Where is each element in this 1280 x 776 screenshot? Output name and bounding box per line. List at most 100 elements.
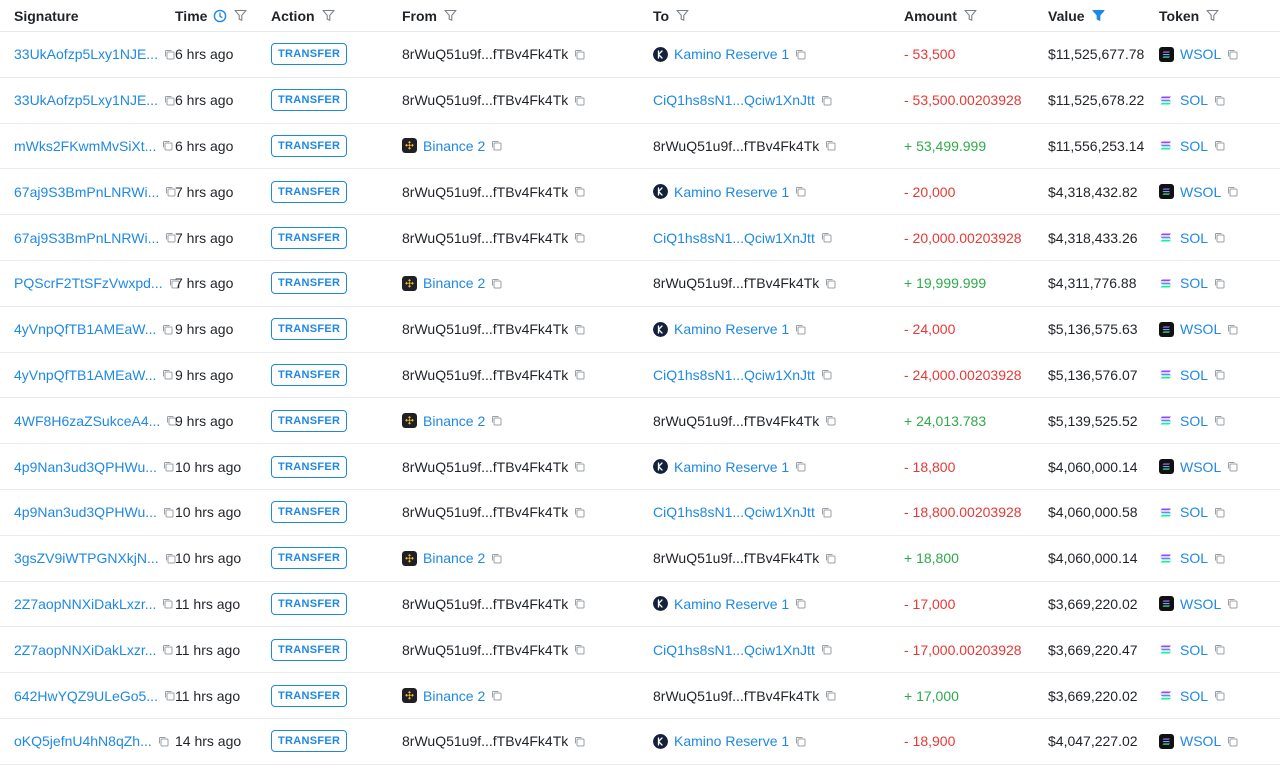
signature-link[interactable]: 4yVnpQfTB1AMEaW... [14,321,156,337]
table-row[interactable]: 4yVnpQfTB1AMEaW... 9 hrs ago TRANSFER 8rWuQ… [0,307,1280,353]
copy-icon[interactable] [1227,49,1238,60]
copy-icon[interactable] [825,553,836,564]
filter-icon[interactable] [1206,9,1219,22]
token-link[interactable]: WSOL [1180,733,1221,749]
copy-icon[interactable] [1214,553,1225,564]
copy-icon[interactable] [1214,415,1225,426]
token-link[interactable]: SOL [1180,642,1208,658]
table-row[interactable]: 67aj9S3BmPnLNRWi... 7 hrs ago TRANSFER 8rWu… [0,215,1280,261]
table-row[interactable]: 2Z7aopNNXiDakLxzr... 11 hrs ago TRANSFER 8r… [0,627,1280,674]
copy-icon[interactable] [1214,95,1225,106]
table-row[interactable]: PQScrF2TtSFzVwxpd... 7 hrs ago TRANSFER Bin… [0,261,1280,307]
copy-icon[interactable] [795,49,806,60]
copy-icon[interactable] [574,507,585,518]
filter-icon[interactable] [964,9,977,22]
token-link[interactable]: WSOL [1180,46,1221,62]
copy-icon[interactable] [574,369,585,380]
signature-link[interactable]: 642HwYQZ9ULeGo5... [14,688,158,704]
table-row[interactable]: mWks2FKwmMvSiXt... 6 hrs ago TRANSFER Binan… [0,124,1280,170]
copy-icon[interactable] [162,140,173,151]
copy-icon[interactable] [1214,369,1225,380]
filter-icon[interactable] [322,9,335,22]
table-row[interactable]: 4p9Nan3ud3QPHWu... 10 hrs ago TRANSFER 8rWu… [0,444,1280,490]
copy-icon[interactable] [162,644,173,655]
copy-icon[interactable] [162,598,173,609]
from-text[interactable]: Binance 2 [423,138,485,154]
table-row[interactable]: 67aj9S3BmPnLNRWi... 7 hrs ago TRANSFER 8rWu… [0,169,1280,216]
to-text[interactable]: CiQ1hs8sN1...Qciw1XnJtt [653,230,815,246]
token-link[interactable]: SOL [1180,275,1208,291]
signature-link[interactable]: mWks2FKwmMvSiXt... [14,138,156,154]
filter-icon[interactable] [234,9,247,22]
copy-icon[interactable] [162,324,173,335]
table-row[interactable]: 33UkAofzp5Lxy1NJE... 6 hrs ago TRANSFER 8rW… [0,32,1280,78]
table-row[interactable]: 642HwYQZ9ULeGo5... 11 hrs ago TRANSFER Bina… [0,673,1280,719]
copy-icon[interactable] [163,461,174,472]
token-link[interactable]: SOL [1180,413,1208,429]
copy-icon[interactable] [491,140,502,151]
copy-icon[interactable] [491,553,502,564]
token-link[interactable]: WSOL [1180,459,1221,475]
copy-icon[interactable] [1227,186,1238,197]
copy-icon[interactable] [821,232,832,243]
copy-icon[interactable] [574,598,585,609]
active-filter-icon[interactable] [1092,9,1105,22]
from-text[interactable]: Binance 2 [423,550,485,566]
to-text[interactable]: CiQ1hs8sN1...Qciw1XnJtt [653,504,815,520]
copy-icon[interactable] [574,644,585,655]
token-link[interactable]: WSOL [1180,596,1221,612]
table-row[interactable]: 4p9Nan3ud3QPHWu... 10 hrs ago TRANSFER 8rWu… [0,490,1280,536]
to-text[interactable]: Kamino Reserve 1 [674,46,789,62]
from-text[interactable]: Binance 2 [423,275,485,291]
signature-link[interactable]: 2Z7aopNNXiDakLxzr... [14,642,156,658]
signature-link[interactable]: 67aj9S3BmPnLNRWi... [14,230,159,246]
signature-link[interactable]: 2Z7aopNNXiDakLxzr... [14,596,156,612]
copy-icon[interactable] [795,461,806,472]
token-link[interactable]: SOL [1180,688,1208,704]
copy-icon[interactable] [1214,690,1225,701]
to-text[interactable]: Kamino Reserve 1 [674,459,789,475]
copy-icon[interactable] [1227,461,1238,472]
copy-icon[interactable] [825,278,836,289]
to-text[interactable]: CiQ1hs8sN1...Qciw1XnJtt [653,92,815,108]
to-text[interactable]: Kamino Reserve 1 [674,596,789,612]
copy-icon[interactable] [574,461,585,472]
token-link[interactable]: SOL [1180,504,1208,520]
copy-icon[interactable] [795,324,806,335]
from-text[interactable]: Binance 2 [423,688,485,704]
copy-icon[interactable] [164,690,175,701]
copy-icon[interactable] [1214,140,1225,151]
copy-icon[interactable] [821,507,832,518]
table-row[interactable]: 33UkAofzp5Lxy1NJE... 6 hrs ago TRANSFER 8rW… [0,78,1280,124]
copy-icon[interactable] [825,415,836,426]
copy-icon[interactable] [164,49,175,60]
to-text[interactable]: CiQ1hs8sN1...Qciw1XnJtt [653,367,815,383]
token-link[interactable]: SOL [1180,138,1208,154]
token-link[interactable]: SOL [1180,550,1208,566]
token-link[interactable]: SOL [1180,92,1208,108]
copy-icon[interactable] [1214,232,1225,243]
copy-icon[interactable] [574,95,585,106]
copy-icon[interactable] [1227,324,1238,335]
signature-link[interactable]: 33UkAofzp5Lxy1NJE... [14,46,158,62]
signature-link[interactable]: 33UkAofzp5Lxy1NJE... [14,92,158,108]
copy-icon[interactable] [795,186,806,197]
signature-link[interactable]: oKQ5jefnU4hN8qZh... [14,733,152,749]
to-text[interactable]: Kamino Reserve 1 [674,733,789,749]
filter-icon[interactable] [444,9,457,22]
copy-icon[interactable] [574,232,585,243]
copy-icon[interactable] [574,736,585,747]
to-text[interactable]: Kamino Reserve 1 [674,321,789,337]
table-row[interactable]: oKQ5jefnU4hN8qZh... 14 hrs ago TRANSFER 8rW… [0,719,1280,765]
table-row[interactable]: 3gsZV9iWTPGNXkjN... 10 hrs ago TRANSFER Bin… [0,536,1280,582]
to-text[interactable]: CiQ1hs8sN1...Qciw1XnJtt [653,642,815,658]
table-row[interactable]: 4WF8H6zaZSukceA4... 9 hrs ago TRANSFER Bina… [0,398,1280,445]
copy-icon[interactable] [1227,598,1238,609]
filter-icon[interactable] [676,9,689,22]
copy-icon[interactable] [491,415,502,426]
copy-icon[interactable] [821,369,832,380]
copy-icon[interactable] [574,324,585,335]
copy-icon[interactable] [795,736,806,747]
copy-icon[interactable] [164,95,175,106]
signature-link[interactable]: 67aj9S3BmPnLNRWi... [14,184,159,200]
